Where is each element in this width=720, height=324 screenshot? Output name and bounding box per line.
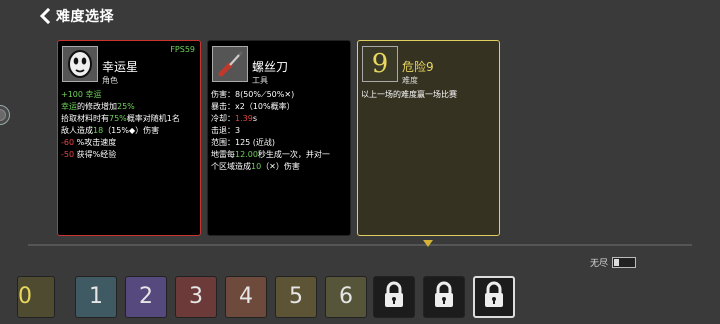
description-segment: 幸运: [61, 102, 77, 111]
endless-toggle[interactable]: [612, 257, 637, 268]
difficulty-slot-6[interactable]: 6: [325, 276, 367, 318]
description-segment: 的修改增加: [77, 102, 117, 111]
difficulty-slot-4[interactable]: 4: [225, 276, 267, 318]
slot-label: 6: [339, 284, 353, 309]
description-segment: 获得%经验: [74, 150, 117, 159]
description-segment: （15%: [103, 126, 129, 135]
slot-label: 5: [289, 284, 303, 309]
endless-toggle-group[interactable]: 无尽: [590, 256, 637, 269]
weapon-type: 工具: [252, 76, 268, 85]
description-segment: s: [252, 114, 257, 123]
difficulty-slot-locked[interactable]: [373, 276, 415, 318]
difficulty-slot-2[interactable]: 2: [125, 276, 167, 318]
description-segment: 个区域造成: [211, 162, 251, 171]
description-line: 冷却：1.39s: [211, 113, 347, 125]
weapon-description: 伤害：8(50%⟋50%✕) 暴击：x2（10%概率） 冷却：1.39s 击退：3 范围…: [211, 89, 347, 173]
description-segment: 秒生成一次，并对一: [257, 150, 330, 159]
weapon-name: 螺丝刀: [252, 60, 289, 74]
description-segment: 18: [93, 126, 104, 135]
screwdriver-icon: [218, 51, 243, 77]
character-card[interactable]: 幸运星 角色 FPS59 +100 幸运 幸运的修改增加25% 拾取材料时有75%概…: [57, 40, 201, 236]
description-line: 暴击：x2（10%概率）: [211, 101, 347, 113]
difficulty-description: 以上一场的难度赢一场比赛: [361, 89, 496, 101]
description-segment: 75%: [109, 114, 127, 123]
lock-icon: [381, 280, 407, 315]
chevron-left-icon: [39, 8, 51, 24]
description-line: 幸运的修改增加25%: [61, 101, 197, 113]
description-line: -50 获得%经验: [61, 149, 197, 161]
endless-label: 无尽: [590, 259, 609, 269]
difficulty-slot-5[interactable]: 5: [275, 276, 317, 318]
description-segment: 范围：125 (近战): [211, 138, 276, 147]
slot-label: 2: [139, 284, 153, 309]
slot-label: 0: [18, 284, 32, 309]
character-type: 角色: [102, 76, 118, 85]
description-segment: -60: [61, 138, 75, 147]
description-segment: 地雷每: [211, 150, 235, 159]
character-description: +100 幸运 幸运的修改增加25% 拾取材料时有75%概率对随机1名 敌人造成18（…: [61, 89, 197, 161]
lock-icon: [481, 280, 507, 315]
description-line: +100 幸运: [61, 89, 197, 101]
slot-label: 4: [239, 284, 253, 309]
description-segment: 敌人造成: [61, 126, 93, 135]
description-segment: （✕）伤害: [261, 162, 300, 171]
description-line: 伤害：8(50%⟋50%✕): [211, 89, 347, 101]
description-segment: ）伤害: [135, 126, 160, 135]
description-segment: 伤害：8(50%⟋50%✕): [211, 90, 295, 99]
description-line: 击退：3: [211, 125, 347, 137]
divider: [28, 244, 692, 246]
potato-face-icon: [68, 50, 92, 78]
difficulty-digit-icon: 9: [371, 49, 389, 79]
description-line: 地雷每12.00秒生成一次，并对一: [211, 149, 347, 161]
weapon-icon-box: [212, 46, 248, 82]
difficulty-card[interactable]: 9 危险9 难度 以上一场的难度赢一场比赛: [357, 40, 500, 236]
lock-icon: [431, 280, 457, 315]
description-segment: 12.00: [235, 150, 258, 159]
description-line: 拾取材料时有75%概率对随机1名: [61, 113, 197, 125]
description-segment: 击退：3: [211, 126, 241, 135]
character-icon-box: [62, 46, 98, 82]
selection-marker-icon: [423, 240, 433, 247]
description-segment: 10: [251, 162, 262, 171]
description-segment: 暴击：x2（10%概率）: [211, 102, 295, 111]
description-segment: 冷却：: [211, 114, 235, 123]
slot-label: 3: [189, 284, 203, 309]
description-segment: +100 幸运: [61, 90, 102, 99]
difficulty-name: 危险9: [402, 60, 434, 74]
description-line: 范围：125 (近战): [211, 137, 347, 149]
description-segment: %攻击速度: [74, 138, 117, 147]
difficulty-slot-0[interactable]: 0: [17, 276, 55, 318]
difficulty-slot-1[interactable]: 1: [75, 276, 117, 318]
description-segment: 拾取材料时有: [61, 114, 109, 123]
fps-counter: FPS59: [170, 45, 195, 54]
description-segment: -50: [61, 150, 75, 159]
description-line: -60 %攻击速度: [61, 137, 197, 149]
description-line: 个区域造成10（✕）伤害: [211, 161, 347, 173]
toggle-knob: [614, 259, 620, 266]
description-line: 以上一场的难度赢一场比赛: [361, 89, 496, 101]
difficulty-slot-locked[interactable]: [423, 276, 465, 318]
description-line: 敌人造成18（15%◆）伤害: [61, 125, 197, 137]
weapon-card[interactable]: 螺丝刀 工具 伤害：8(50%⟋50%✕) 暴击：x2（10%概率） 冷却：1.39…: [207, 40, 351, 236]
side-handle[interactable]: [0, 105, 10, 125]
description-segment: 25%: [117, 102, 135, 111]
description-segment: 以上一场的难度赢一场比赛: [361, 90, 457, 99]
description-segment: 概率对随机1名: [126, 114, 180, 123]
slot-label: 1: [89, 284, 103, 309]
difficulty-type: 难度: [402, 76, 418, 85]
back-button[interactable]: 难度选择: [38, 6, 114, 26]
difficulty-icon-box: 9: [362, 46, 398, 82]
difficulty-slot-3[interactable]: 3: [175, 276, 217, 318]
character-name: 幸运星: [102, 60, 139, 74]
difficulty-slot-locked[interactable]: [473, 276, 515, 318]
description-segment: 1.39: [235, 114, 253, 123]
page-title: 难度选择: [56, 9, 114, 25]
